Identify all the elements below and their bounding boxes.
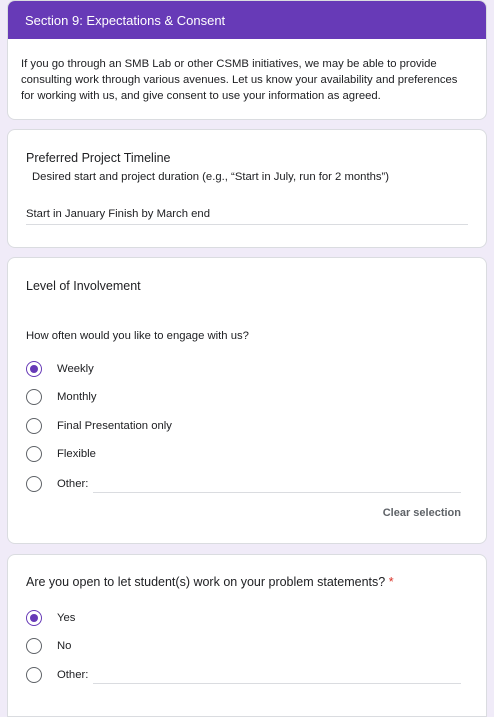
section-card: Section 9: Expectations & Consent If you…: [7, 0, 487, 120]
radio-checked-icon[interactable]: [26, 361, 42, 377]
section-title: Section 9: Expectations & Consent: [8, 1, 486, 39]
radio-unchecked-icon[interactable]: [26, 418, 42, 434]
option-yes[interactable]: Yes: [26, 608, 75, 628]
timeline-question-card: Preferred Project Timeline Desired start…: [7, 129, 487, 248]
timeline-question-title: Preferred Project Timeline: [26, 151, 171, 165]
option-flexible[interactable]: Flexible: [26, 444, 96, 464]
option-label: Weekly: [57, 363, 94, 375]
option-weekly[interactable]: Weekly: [26, 359, 94, 379]
option-monthly[interactable]: Monthly: [26, 387, 97, 407]
involvement-question-text: How often would you like to engage with …: [26, 330, 249, 342]
option-label: Other:: [57, 669, 89, 681]
clear-selection-button[interactable]: Clear selection: [383, 507, 461, 519]
option-label: Final Presentation only: [57, 420, 172, 432]
option-label: Yes: [57, 612, 76, 624]
option-other[interactable]: Other:: [26, 474, 88, 494]
involvement-question-card: Level of Involvement How often would you…: [7, 257, 487, 544]
timeline-question-description: Desired start and project duration (e.g.…: [32, 171, 390, 183]
option-label: Monthly: [57, 391, 97, 403]
radio-unchecked-icon[interactable]: [26, 446, 42, 462]
option-other[interactable]: Other:: [26, 665, 88, 685]
option-label: Other:: [57, 478, 89, 490]
option-label: No: [57, 640, 72, 652]
option-label: Flexible: [57, 448, 96, 460]
involvement-question-title: Level of Involvement: [26, 279, 141, 293]
radio-unchecked-icon[interactable]: [26, 476, 42, 492]
option-no[interactable]: No: [26, 636, 71, 656]
students-question-text: Are you open to let student(s) work on y…: [26, 575, 386, 589]
students-question-title: Are you open to let student(s) work on y…: [26, 575, 394, 589]
radio-unchecked-icon[interactable]: [26, 638, 42, 654]
option-final-presentation[interactable]: Final Presentation only: [26, 416, 172, 436]
students-question-card: Are you open to let student(s) work on y…: [7, 554, 487, 717]
radio-unchecked-icon[interactable]: [26, 389, 42, 405]
radio-checked-icon[interactable]: [26, 610, 42, 626]
radio-unchecked-icon[interactable]: [26, 667, 42, 683]
other-text-input[interactable]: [93, 492, 461, 493]
required-asterisk: *: [388, 575, 394, 589]
section-description: If you go through an SMB Lab or other CS…: [21, 58, 458, 102]
other-text-input[interactable]: [93, 683, 461, 684]
timeline-answer-underline: [26, 224, 468, 225]
timeline-answer-input[interactable]: Start in January Finish by March end: [26, 208, 210, 220]
